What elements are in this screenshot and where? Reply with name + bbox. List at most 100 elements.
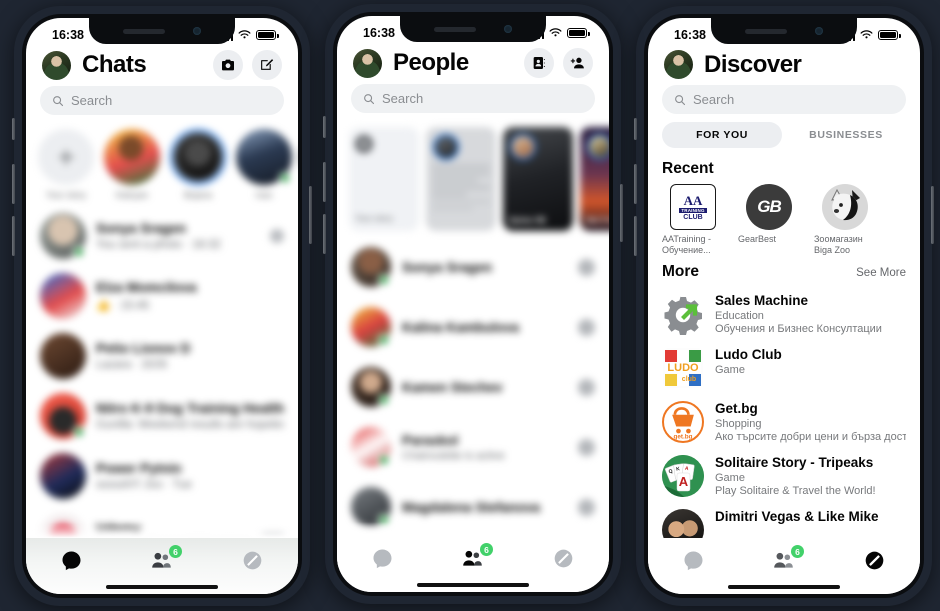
status-badge: 6 [790, 545, 804, 558]
home-indicator[interactable] [106, 585, 218, 589]
discover-tab[interactable] [855, 546, 895, 574]
status-time: 16:38 [363, 26, 395, 40]
compose-button[interactable] [252, 50, 282, 80]
story-label: Kaloyan [115, 190, 149, 200]
search-input[interactable]: Search [662, 85, 906, 114]
mute-switch[interactable] [323, 116, 326, 138]
discover-name: Sales Machine [715, 292, 809, 308]
power-button[interactable] [309, 186, 312, 244]
dog-head-icon [831, 188, 860, 221]
people-tab[interactable]: 6 [453, 543, 493, 572]
table-row[interactable]: Sonya Sragen You sent a photo · 16:32 [26, 206, 298, 266]
story-card[interactable]: Set 3 Ummmm [580, 127, 609, 231]
recent-item[interactable]: Зоомагазин Biga Zoo [814, 184, 876, 257]
story-item[interactable]: Kaloyan [104, 129, 160, 200]
search-input[interactable]: Search [40, 86, 284, 115]
tab-for-you[interactable]: FOR YOU [662, 122, 782, 148]
create-story-card[interactable]: Your story [349, 127, 419, 231]
contacts-button[interactable] [524, 48, 554, 78]
list-item[interactable]: Sales Machine Education Обучения и Бизне… [648, 287, 920, 341]
volume-up-button[interactable] [12, 164, 15, 204]
chats-tab[interactable] [51, 546, 91, 574]
svg-text:club: club [682, 376, 696, 383]
table-row[interactable]: Power Pytnin sssssh!!! Joo · Tue [26, 446, 298, 506]
screen-discover: 16:38 Discover Search FOR YOU BUSINESSES… [648, 18, 920, 594]
stories-row[interactable]: Your story Kaloyan Bojana Ivan [26, 123, 298, 204]
discover-tab[interactable] [233, 546, 273, 574]
story-label: Ivan [255, 190, 273, 200]
recent-list[interactable]: AA TRAINING CLUB AATraining - Обучение..… [648, 184, 920, 257]
volume-up-button[interactable] [323, 162, 326, 202]
mute-switch[interactable] [634, 118, 637, 140]
notch [711, 18, 857, 44]
call-button[interactable] [578, 318, 595, 336]
camera-button[interactable] [213, 50, 243, 80]
home-indicator[interactable] [728, 585, 840, 589]
home-indicator[interactable] [417, 583, 529, 587]
earpiece-speaker [434, 26, 476, 32]
phone-device-discover: 16:38 Discover Search FOR YOU BUSINESSES… [634, 6, 934, 606]
profile-avatar[interactable] [664, 50, 693, 79]
recent-name: AATraining - Обучение... [662, 234, 712, 256]
list-item[interactable]: Kalina Kambulova [337, 297, 609, 357]
call-button[interactable] [578, 258, 595, 276]
page-title: Chats [82, 51, 147, 78]
profile-avatar[interactable] [353, 48, 382, 78]
call-button[interactable] [578, 378, 595, 396]
discover-name: Ludo Club [715, 346, 782, 362]
power-button[interactable] [931, 186, 934, 244]
list-item[interactable]: Paraskol Chatroulette is active [337, 417, 609, 477]
bottom-tab-bar[interactable]: 6 [26, 538, 298, 594]
story-item[interactable]: Bojana [170, 129, 226, 200]
table-row[interactable]: Elza Momcilova 👍 · 15:45 [26, 266, 298, 326]
search-input[interactable]: Search [351, 84, 595, 113]
chat-preview: Lazara · 2t/26 [96, 359, 167, 371]
recent-item[interactable]: GB GearBest [738, 184, 800, 257]
tab-businesses[interactable]: BUSINESSES [786, 122, 906, 148]
chats-tab[interactable] [362, 544, 402, 572]
section-title-more: More [662, 262, 700, 280]
chat-list[interactable]: Sonya Sragen You sent a photo · 16:32 El… [26, 204, 298, 568]
story-your-story[interactable]: Your story [38, 129, 94, 200]
profile-avatar[interactable] [42, 50, 71, 80]
table-row[interactable]: Petio Lionov D Lazara · 2t/26 [26, 326, 298, 386]
discover-list[interactable]: Sales Machine Education Обучения и Бизне… [648, 287, 920, 557]
add-person-button[interactable] [563, 48, 593, 78]
people-tab[interactable]: 6 [764, 545, 804, 574]
volume-down-button[interactable] [323, 214, 326, 254]
bottom-tab-bar[interactable]: 6 [648, 538, 920, 594]
person-name: Kalina Kambulova [402, 319, 520, 335]
volume-down-button[interactable] [634, 216, 637, 256]
list-item[interactable]: Sonya Sragen [337, 237, 609, 297]
list-item[interactable]: LUDO club Ludo Club Game [648, 341, 920, 395]
status-badge: 6 [479, 543, 493, 556]
chat-name: Elza Momcilova [96, 280, 197, 295]
discover-tab[interactable] [544, 544, 584, 572]
shopping-cart-icon: get.bg [672, 406, 694, 440]
chats-tab[interactable] [673, 546, 713, 574]
avatar [510, 134, 536, 160]
chat-name: Nitro K-9 Dog Training Health... [96, 401, 284, 416]
people-tab[interactable]: 6 [142, 545, 182, 574]
story-item[interactable]: Ivan [236, 129, 292, 200]
segmented-control[interactable]: FOR YOU BUSINESSES [662, 122, 906, 148]
list-item[interactable]: Q K A A Solitaire Story - Tripeaks Game … [648, 449, 920, 503]
story-card[interactable] [426, 127, 496, 231]
power-button[interactable] [620, 184, 623, 242]
call-button[interactable] [578, 438, 595, 456]
volume-up-button[interactable] [634, 164, 637, 204]
mute-switch[interactable] [12, 118, 15, 140]
call-button[interactable] [578, 498, 595, 516]
bottom-tab-bar[interactable]: 6 [337, 536, 609, 592]
volume-down-button[interactable] [12, 216, 15, 256]
list-item[interactable]: Kamen Stechev [337, 357, 609, 417]
camera-icon [222, 59, 234, 71]
see-more-link[interactable]: See More [856, 267, 906, 279]
recent-item[interactable]: AA TRAINING CLUB AATraining - Обучение..… [662, 184, 724, 257]
table-row[interactable]: Nitro K-9 Dog Training Health... Gunilla… [26, 386, 298, 446]
earpiece-speaker [745, 28, 787, 34]
story-cards-row[interactable]: Your story Sylvia VB Set 3 [337, 121, 609, 237]
list-item[interactable]: get.bg Get.bg Shopping Ако търсите добри… [648, 395, 920, 449]
story-card[interactable]: Sylvia VB [503, 127, 573, 231]
chat-preview: 👍 · 15:45 [96, 300, 150, 312]
